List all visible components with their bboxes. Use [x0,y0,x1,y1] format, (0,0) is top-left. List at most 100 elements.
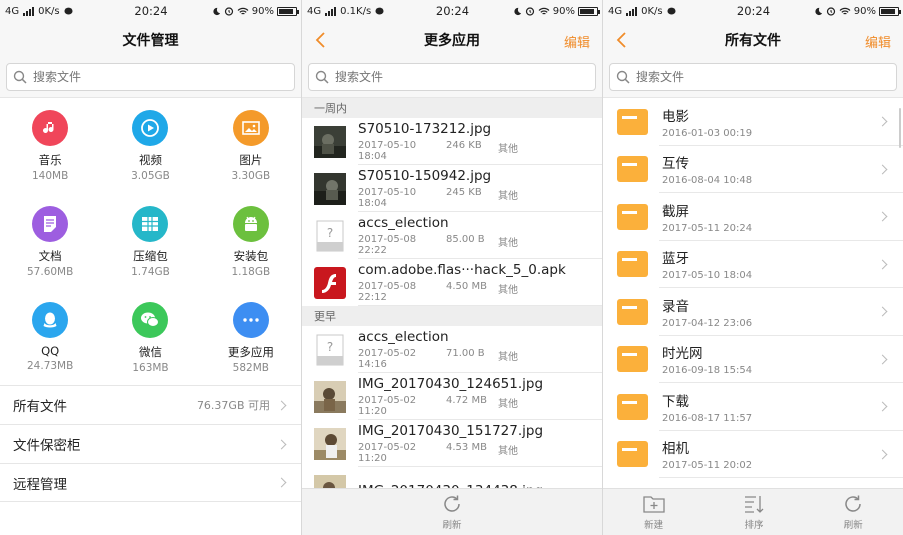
search-icon [616,70,630,84]
sort-label: 排序 [744,520,764,531]
category-video[interactable]: 视频 3.05GB [100,110,200,206]
back-arrow-icon[interactable] [615,30,629,50]
file-size: 245 KB [446,187,482,198]
edit-button[interactable]: 编辑 [865,32,891,51]
folder-row[interactable]: 录音 2017-04-12 23:06 [603,288,903,336]
file-row[interactable]: IMG_20170430_124651.jpg 2017-05-02 11:20… [302,373,602,420]
unknown-file-icon: ? [314,334,346,366]
search-bar [302,58,602,98]
photo-thumbnail [314,427,346,460]
page-title: 所有文件 [725,33,781,49]
photo-thumbnail [314,125,346,158]
category-documents-circle [32,206,69,242]
category-name: 压缩包 [133,249,168,263]
net-speed: 0.1K/s [340,5,372,17]
file-date: 2017-05-10 18:04 [358,140,417,162]
edit-button[interactable]: 编辑 [564,32,590,51]
category-video-circle [132,110,169,146]
battery-icon [578,6,600,16]
file-type: 其他 [498,352,518,363]
status-time: 20:24 [134,4,168,18]
search-bar [0,58,301,98]
more-apps-panel: 4G 0.1K/s 20:24 90% 更多应用 编辑 搜索文件 一周内 S70… [301,0,602,535]
menu-remote-manage[interactable]: 远程管理 [0,463,301,502]
search-input[interactable] [33,70,263,84]
free-space: 76.37GB 可用 [196,399,270,412]
file-row[interactable]: S70510-150942.jpg 2017-05-10 18:04 245 KB… [302,165,602,212]
page-title: 文件管理 [122,33,179,49]
file-date: 2017-05-10 18:04 [358,187,417,209]
svg-text:?: ? [327,340,333,354]
category-images[interactable]: 图片 3.30GB [201,110,301,206]
storage-menu: 所有文件 76.37GB 可用 文件保密柜 远程管理 [0,385,301,502]
folder-icon [617,108,648,135]
chevron-right-icon [877,211,888,222]
folder-date: 2016-08-04 10:48 [662,175,753,187]
refresh-icon [444,495,460,512]
refresh-icon [845,495,862,512]
folder-icon [617,203,648,230]
folder-row[interactable]: 截屏 2017-05-11 20:24 [603,193,903,241]
category-more-apps[interactable]: 更多应用 582MB [201,302,301,398]
chevron-right-icon [877,164,888,174]
chevron-right-icon [877,401,888,412]
folder-row[interactable]: 相机 2017-05-11 20:02 [603,431,903,479]
file-type: 其他 [498,285,518,296]
file-name: S70510-173212.jpg [358,121,492,137]
category-music[interactable]: 音乐 140MB [0,110,100,206]
file-row[interactable]: ? accs_election 2017-05-02 14:16 71.00 B 其… [302,326,602,373]
file-row[interactable]: com.adobe.flas···hack_5_0.apk 2017-05-08… [302,259,602,306]
file-size: 85.00 B [446,234,485,245]
search-box[interactable] [609,63,897,91]
chevron-right-icon [877,259,888,269]
section-header: 一周内 [302,98,602,118]
category-images-circle [232,110,269,146]
menu-all-files[interactable]: 所有文件 76.37GB 可用 [0,385,301,424]
battery-icon [276,6,299,16]
refresh-button[interactable]: 刷新 [441,493,463,531]
menu-file-safe[interactable]: 文件保密柜 [0,424,301,463]
category-archives[interactable]: 压缩包 1.74GB [100,206,200,302]
file-date: 2017-05-08 22:12 [358,281,417,303]
category-qq[interactable]: QQ 24.73MB [0,302,100,398]
search-input[interactable] [636,70,866,84]
photo-thumbnail [314,380,346,413]
search-box[interactable] [308,63,596,91]
file-name: accs_election [358,329,449,345]
unknown-file-icon: ? [314,220,346,252]
folder-row[interactable]: 时光网 2016-09-18 15:54 [603,336,903,384]
file-date: 2017-05-02 11:20 [358,395,417,417]
battery-percent: 90% [552,5,575,17]
folder-row[interactable]: 蓝牙 2017-05-10 18:04 [603,241,903,289]
image-icon [242,121,260,135]
search-input[interactable] [335,70,565,84]
category-wechat[interactable]: 微信 163MB [100,302,200,398]
file-row[interactable]: S70510-173212.jpg 2017-05-10 18:04 246 KB… [302,118,602,165]
folder-name: 相机 [662,441,689,458]
folder-row[interactable]: 互传 2016-08-04 10:48 [603,146,903,194]
search-bar [603,58,903,98]
sort-button[interactable]: 排序 [743,493,765,531]
refresh-button[interactable]: 刷新 [842,493,864,531]
back-arrow-icon[interactable] [314,30,328,50]
category-name: 音乐 [38,153,62,167]
net-speed: 0K/s [641,5,663,17]
new-folder-button[interactable]: 新建 [642,493,666,531]
search-box[interactable] [6,63,295,91]
file-row[interactable]: ? accs_election 2017-05-08 22:22 85.00 B 其… [302,212,602,259]
folder-icon [617,346,648,373]
folder-row[interactable]: 电影 2016-01-03 00:19 [603,98,903,146]
category-apks[interactable]: 安装包 1.18GB [201,206,301,302]
file-name: IMG_20170430_151727.jpg [358,423,544,439]
file-row[interactable]: IMG_20170430_151727.jpg 2017-05-02 11:20… [302,420,602,467]
scrollbar[interactable] [899,108,901,148]
file-size: 4.53 MB [446,442,487,453]
file-date: 2017-05-08 22:22 [358,234,417,256]
category-size: 24.73MB [27,360,74,372]
signal-icon [626,6,638,16]
category-apks-circle [232,206,269,242]
file-list: 一周内 S70510-173212.jpg 2017-05-10 18:04 24… [302,98,602,514]
category-documents[interactable]: 文档 57.60MB [0,206,100,302]
file-size: 4.50 MB [446,281,487,292]
folder-row[interactable]: 下载 2016-08-17 11:57 [603,383,903,431]
